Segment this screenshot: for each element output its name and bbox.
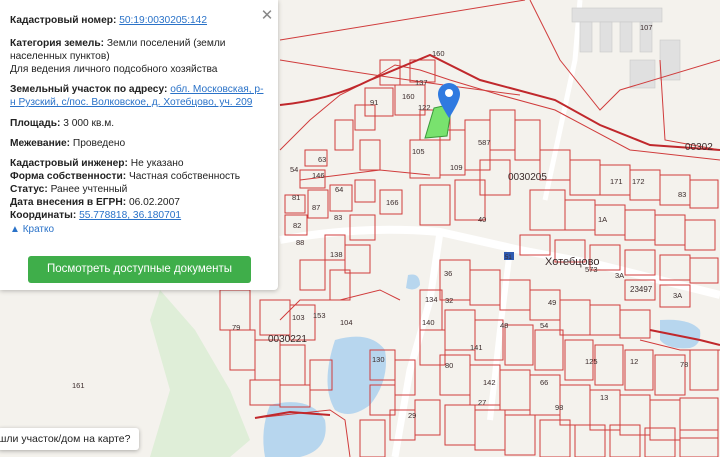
parcel-label: 153 [313, 311, 326, 320]
parcel-label: 141 [470, 343, 483, 352]
parcel-label: 81 [292, 193, 300, 202]
egrn-date-label: Дата внесения в ЕГРН: [10, 197, 127, 208]
land-category-row: Категория земель: Земли поселений (земли… [10, 37, 268, 63]
parcel-label: 48 [500, 321, 508, 330]
brief-toggle[interactable]: ▲ Кратко [10, 224, 54, 235]
status-row: Статус: Ранее учтенный [10, 183, 268, 196]
land-category-label: Категория земель: [10, 38, 105, 49]
survey-value: Проведено [72, 138, 126, 149]
feedback-bubble[interactable]: шли участок/дом на карте? [0, 428, 139, 450]
quarter-label: 0030205 [508, 172, 547, 183]
parcel-label: 134 [425, 295, 438, 304]
brief-link-label: Кратко [22, 224, 55, 235]
parcel-label: 122 [418, 103, 431, 112]
engineer-value: Не указано [130, 158, 184, 169]
parcel-label: 78 [680, 360, 688, 369]
caret-up-icon: ▲ [10, 224, 20, 235]
bus-stop-label: 51 [505, 255, 512, 261]
cadastral-number-link[interactable]: 50:19:0030205:142 [119, 15, 207, 26]
area-value: 3 000 кв.м. [63, 118, 115, 129]
address-row: Земельный участок по адресу: обл. Москов… [10, 83, 268, 109]
cadastral-number-label: Кадастровый номер: [10, 15, 117, 26]
parcel-label: 3А [615, 271, 624, 280]
parcel-label: 27 [478, 398, 486, 407]
parcel-label: 91 [370, 98, 378, 107]
coords-row: Координаты: 55.778818, 36.180701 [10, 209, 268, 222]
ownership-value: Частная собственность [128, 171, 241, 182]
survey-row: Межевание: Проведено [10, 137, 268, 150]
parcel-label: 66 [540, 378, 548, 387]
parcel-label: 130 [372, 355, 385, 364]
egrn-date-value: 06.02.2007 [128, 197, 180, 208]
parcel-label: 171 [610, 177, 623, 186]
status-value: Ранее учтенный [50, 184, 128, 195]
parcel-label: 13 [600, 393, 608, 402]
view-documents-button[interactable]: Посмотреть доступные документы [28, 256, 251, 283]
engineer-label: Кадастровый инженер: [10, 158, 128, 169]
parcel-label: 40 [478, 215, 486, 224]
parcel-label: 105 [412, 147, 425, 156]
parcel-label: 12 [630, 357, 638, 366]
parcel-label: 146 [312, 171, 325, 180]
engineer-row: Кадастровый инженер: Не указано [10, 157, 268, 170]
parcel-label: 160 [402, 92, 415, 101]
coords-link[interactable]: 55.778818, 36.180701 [79, 210, 181, 221]
quarter-label: 00302 [685, 142, 713, 153]
road-label: 23497 [630, 285, 653, 294]
parcel-label: 1А [598, 215, 607, 224]
parcel-label: 140 [422, 318, 435, 327]
parcel-label: 36 [444, 269, 452, 278]
parcel-label: 166 [386, 198, 399, 207]
parcel-label: 172 [632, 177, 645, 186]
parcel-label: 63 [318, 155, 326, 164]
parcel-label: 573 [585, 265, 598, 274]
parcel-label: 161 [72, 381, 85, 390]
parcel-label: 98 [555, 403, 563, 412]
land-use-value: Для ведения личного подсобного хозяйства [10, 64, 218, 75]
parcel-label: 80 [445, 361, 453, 370]
parcel-label: 3А [673, 291, 682, 300]
parcel-info-panel: ✕ Кадастровый номер: 50:19:0030205:142 К… [0, 0, 278, 290]
parcel-label: 104 [340, 318, 353, 327]
parcel-label: 49 [548, 298, 556, 307]
parcel-label: 103 [292, 313, 305, 322]
area-label: Площадь: [10, 118, 61, 129]
address-label: Земельный участок по адресу: [10, 84, 168, 95]
parcel-label: 54 [290, 165, 298, 174]
parcel-label: 83 [334, 213, 342, 222]
survey-label: Межевание: [10, 138, 71, 149]
coords-label: Координаты: [10, 210, 77, 221]
parcel-label: 587 [478, 138, 491, 147]
parcel-label: 137 [415, 78, 428, 87]
parcel-label: 29 [408, 411, 416, 420]
cadastral-number-row: Кадастровый номер: 50:19:0030205:142 [10, 14, 268, 27]
parcel-label: 125 [585, 357, 598, 366]
pond [263, 402, 326, 457]
parcel-label: 64 [335, 185, 343, 194]
parcel-label: 54 [540, 321, 548, 330]
parcel-label: 160 [432, 49, 445, 58]
egrn-date-row: Дата внесения в ЕГРН: 06.02.2007 [10, 196, 268, 209]
area-row: Площадь: 3 000 кв.м. [10, 117, 268, 130]
parcel-label: 83 [678, 190, 686, 199]
parcel-label: 107 [640, 23, 653, 32]
parcel-label: 138 [330, 250, 343, 259]
status-label: Статус: [10, 184, 48, 195]
ownership-label: Форма собственности: [10, 171, 127, 182]
parcel-label: 88 [296, 238, 304, 247]
parcel-label: 109 [450, 163, 463, 172]
ownership-row: Форма собственности: Частная собственнос… [10, 170, 268, 183]
parcel-label: 87 [312, 203, 320, 212]
parcel-label: 142 [483, 378, 496, 387]
parcel-label: 82 [293, 221, 301, 230]
parcel-label: 79 [232, 323, 240, 332]
quarter-label: 0030221 [268, 334, 307, 345]
parcel-label: 32 [445, 296, 453, 305]
